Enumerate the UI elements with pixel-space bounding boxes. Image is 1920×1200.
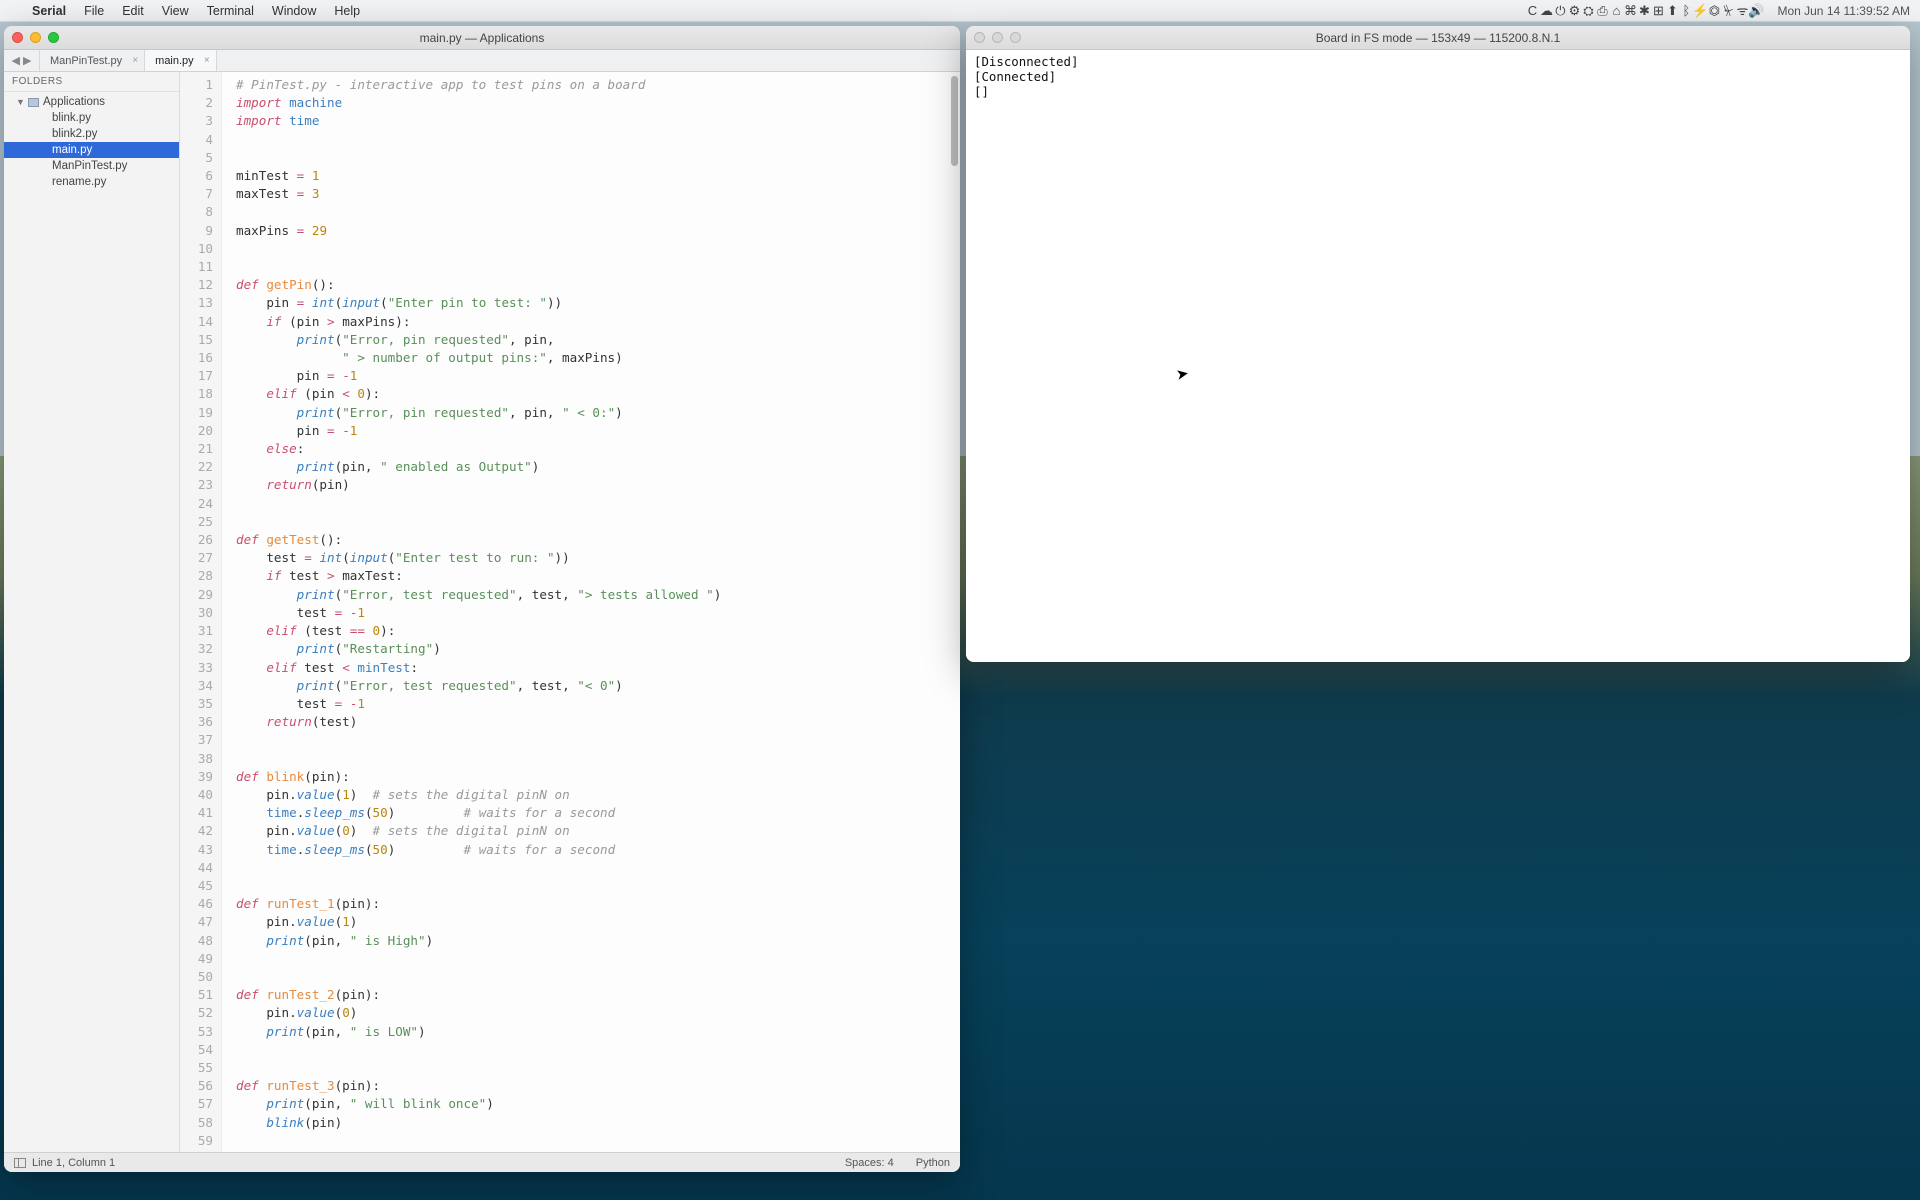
tab-main-py[interactable]: main.py× [145, 50, 217, 71]
editor-titlebar[interactable]: main.py — Applications [4, 26, 960, 50]
syntax-setting[interactable]: Python [916, 1157, 950, 1169]
menu-extra-icon[interactable]: C [1525, 4, 1539, 18]
tab-history-nav[interactable]: ◀ ▶ [4, 50, 40, 71]
menu-extra-icon[interactable]: ⏻ [1553, 4, 1567, 18]
sidebar-header: FOLDERS [4, 72, 179, 92]
sidebar: FOLDERS ▼ Applicationsblink.pyblink2.pym… [4, 72, 180, 1152]
terminal-line: [] [974, 84, 1902, 99]
file-blink2-py[interactable]: blink2.py [4, 126, 179, 142]
terminal-line: [Disconnected] [974, 54, 1902, 69]
file-main-py[interactable]: main.py [4, 142, 179, 158]
terminal-titlebar[interactable]: Board in FS mode — 153x49 — 115200.8.N.1 [966, 26, 1910, 50]
menu-extra-icon[interactable]: ☁ [1539, 4, 1553, 18]
panel-icon[interactable] [14, 1158, 26, 1168]
menu-extra-icon[interactable]: ᛒ [1679, 4, 1693, 18]
tab-close-icon[interactable]: × [132, 55, 138, 66]
menu-extra-icon[interactable]: ⏧ [1721, 4, 1735, 18]
editor-window: main.py — Applications ◀ ▶ ManPinTest.py… [4, 26, 960, 1172]
menu-extras: C☁⏻⚙⛭⎙⌂⌘✱⊞⬆ᛒ⚡⏣⏧ᯤ🔊 Mon Jun 14 11:39:52 AM [1525, 3, 1910, 18]
editor-status-bar: Line 1, Column 1 Spaces: 4 Python [4, 1152, 960, 1172]
menu-window[interactable]: Window [272, 4, 316, 18]
menu-file[interactable]: File [84, 4, 104, 18]
line-gutter: 1234567891011121314151617181920212223242… [180, 72, 222, 1152]
menu-extra-icon[interactable]: ᯤ [1735, 3, 1749, 17]
terminal-line: [Connected] [974, 69, 1902, 84]
macos-menu-bar: Serial File Edit View Terminal Window Help C☁… [0, 0, 1920, 22]
code-content[interactable]: # PinTest.py - interactive app to test p… [222, 72, 960, 1152]
app-menu[interactable]: Serial [32, 4, 66, 18]
terminal-content[interactable]: [Disconnected][Connected][] [966, 50, 1910, 662]
menu-extra-icon[interactable]: ⚡ [1693, 4, 1707, 18]
menu-extra-icon[interactable]: ⏣ [1707, 4, 1721, 18]
cursor-position[interactable]: Line 1, Column 1 [32, 1157, 115, 1169]
vertical-scrollbar[interactable] [951, 76, 958, 166]
tab-ManPinTest-py[interactable]: ManPinTest.py× [40, 50, 145, 71]
menu-extra-icon[interactable]: ⎙ [1595, 4, 1609, 18]
menu-extra-icon[interactable]: ✱ [1637, 4, 1651, 18]
menu-extra-icon[interactable]: 🔊 [1749, 4, 1763, 18]
menu-extra-icon[interactable]: ⛭ [1581, 4, 1595, 18]
menu-extra-icon[interactable]: ⌂ [1609, 4, 1623, 18]
menu-view[interactable]: View [162, 4, 189, 18]
folder-root[interactable]: ▼ Applications [4, 94, 179, 110]
file-rename-py[interactable]: rename.py [4, 174, 179, 190]
tab-close-icon[interactable]: × [204, 55, 210, 66]
indent-setting[interactable]: Spaces: 4 [845, 1157, 894, 1169]
menu-extra-icon[interactable]: ⬆ [1665, 4, 1679, 18]
menu-terminal[interactable]: Terminal [207, 4, 254, 18]
code-editor[interactable]: 1234567891011121314151617181920212223242… [180, 72, 960, 1152]
window-title: main.py — Applications [4, 31, 960, 45]
clock[interactable]: Mon Jun 14 11:39:52 AM [1777, 4, 1910, 18]
terminal-window: Board in FS mode — 153x49 — 115200.8.N.1… [966, 26, 1910, 662]
file-blink-py[interactable]: blink.py [4, 110, 179, 126]
editor-tab-bar: ◀ ▶ ManPinTest.py×main.py× [4, 50, 960, 72]
file-ManPinTest-py[interactable]: ManPinTest.py [4, 158, 179, 174]
menu-extra-icon[interactable]: ⌘ [1623, 4, 1637, 18]
menu-extra-icon[interactable]: ⊞ [1651, 4, 1665, 18]
window-title: Board in FS mode — 153x49 — 115200.8.N.1 [966, 31, 1910, 45]
menu-edit[interactable]: Edit [122, 4, 144, 18]
menu-extra-icon[interactable]: ⚙ [1567, 4, 1581, 18]
menu-help[interactable]: Help [334, 4, 360, 18]
